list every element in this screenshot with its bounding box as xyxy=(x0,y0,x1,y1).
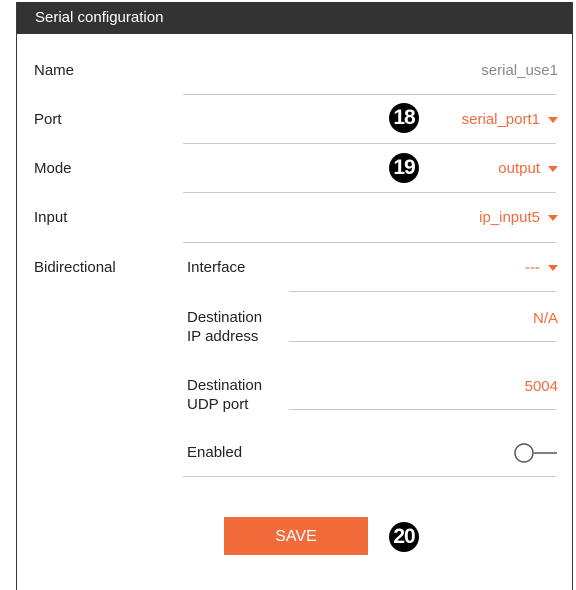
input-value: ip_input5 xyxy=(479,209,540,226)
divider xyxy=(183,143,556,144)
enabled-label: Enabled xyxy=(187,444,243,461)
enabled-toggle[interactable] xyxy=(513,442,557,464)
chevron-down-icon xyxy=(548,117,558,124)
divider xyxy=(289,291,556,292)
divider xyxy=(183,476,556,477)
serial-config-panel xyxy=(16,2,573,590)
mode-select[interactable]: output xyxy=(498,160,558,177)
dest-udp-label: Destination UDP port xyxy=(187,376,262,414)
callout-18: 18 xyxy=(389,103,419,133)
name-value: serial_use1 xyxy=(481,62,558,79)
dest-udp-label-line1: Destination xyxy=(187,377,263,394)
port-label: Port xyxy=(34,111,62,128)
divider xyxy=(183,94,556,95)
divider xyxy=(289,341,556,342)
chevron-down-icon xyxy=(548,215,558,222)
divider xyxy=(183,242,556,243)
callout-20: 20 xyxy=(389,522,419,552)
port-select[interactable]: serial_port1 xyxy=(462,111,558,128)
dest-ip-label-line2: IP address xyxy=(187,328,259,345)
chevron-down-icon xyxy=(548,166,558,173)
dest-udp-value[interactable]: 5004 xyxy=(525,378,558,395)
chevron-down-icon xyxy=(548,265,558,272)
interface-value: --- xyxy=(525,259,540,276)
mode-label: Mode xyxy=(34,160,72,177)
interface-select[interactable]: --- xyxy=(525,259,558,276)
save-button[interactable]: SAVE xyxy=(224,517,368,555)
dest-udp-label-line2: UDP port xyxy=(187,396,249,413)
dest-ip-label-line1: Destination xyxy=(187,309,263,326)
dest-ip-value[interactable]: N/A xyxy=(533,310,558,327)
interface-label: Interface xyxy=(187,259,246,276)
dest-ip-label: Destination IP address xyxy=(187,308,262,346)
input-label: Input xyxy=(34,209,68,226)
divider xyxy=(289,409,556,410)
bidirectional-label: Bidirectional xyxy=(34,259,116,276)
panel-title: Serial configuration xyxy=(17,2,572,34)
port-value: serial_port1 xyxy=(461,111,540,128)
divider xyxy=(183,192,556,193)
callout-19: 19 xyxy=(389,153,419,183)
input-select[interactable]: ip_input5 xyxy=(479,209,558,226)
name-label: Name xyxy=(34,62,75,79)
mode-value: output xyxy=(498,160,540,177)
